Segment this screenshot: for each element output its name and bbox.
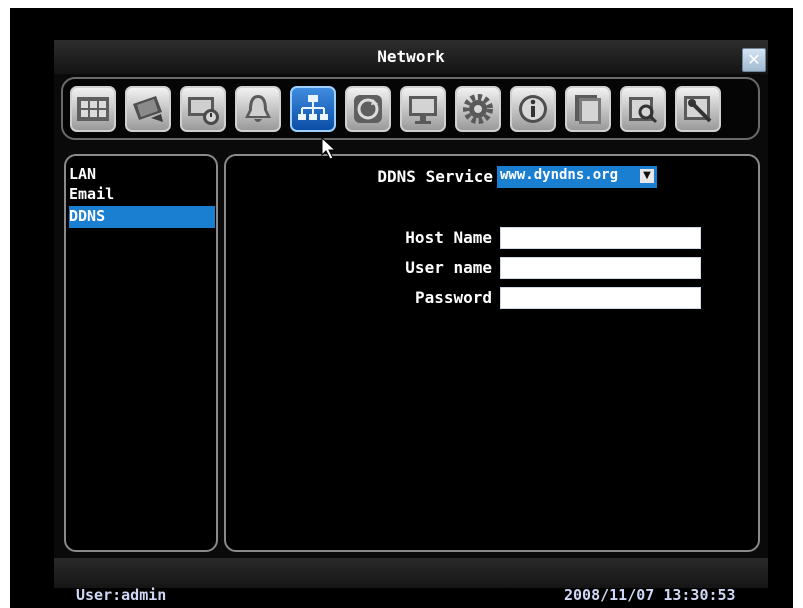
dvr-screen: Network ✕ LAN Email DDNS DDNS Service ww… <box>10 8 793 608</box>
gear-icon <box>463 94 493 124</box>
network-icon <box>298 95 328 120</box>
toolbar-film-grid-button[interactable] <box>70 86 116 132</box>
chevron-down-icon: ▼ <box>640 169 654 183</box>
close-icon: ✕ <box>747 50 761 69</box>
host-name-label: Host Name <box>405 228 492 247</box>
mouse-pointer-icon <box>321 137 337 160</box>
film-grid-icon <box>77 97 109 121</box>
info-icon <box>519 95 547 123</box>
toolbar-camera-button[interactable] <box>125 86 171 132</box>
circular-arrow-icon <box>354 95 382 123</box>
window-title: Network <box>377 47 445 66</box>
toolbar-recording-button[interactable] <box>180 86 226 132</box>
toolbar-info-button[interactable] <box>510 86 556 132</box>
menu-item-lan[interactable]: LAN <box>69 164 215 186</box>
ddns-settings-panel: DDNS Service www.dyndns.org ▼ Host Name … <box>224 154 760 552</box>
recording-timer-icon <box>188 97 219 125</box>
host-name-field[interactable] <box>500 227 701 249</box>
menu-item-ddns[interactable]: DDNS <box>69 206 215 228</box>
status-bar <box>54 558 768 588</box>
logged-in-user: User:admin <box>76 586 167 604</box>
toolbar-alarm-button[interactable] <box>235 86 281 132</box>
ddns-service-select[interactable]: www.dyndns.org ▼ <box>497 166 657 188</box>
close-button[interactable]: ✕ <box>742 48 766 72</box>
search-icon <box>629 97 658 124</box>
ddns-service-label: DDNS Service <box>377 167 493 186</box>
toolbar-tools-button[interactable] <box>675 86 721 132</box>
date-time: 2008/11/07 13:30:53 <box>564 586 736 604</box>
toolbar-settings-button[interactable] <box>455 86 501 132</box>
title-bar: Network ✕ <box>54 40 768 74</box>
folder-icon <box>575 95 601 124</box>
user-name-label: User name <box>405 258 492 277</box>
network-window: Network ✕ LAN Email DDNS DDNS Service ww… <box>54 40 768 588</box>
user-name-field[interactable] <box>500 257 701 279</box>
monitor-icon <box>409 96 437 124</box>
password-field[interactable] <box>500 287 701 309</box>
main-toolbar <box>61 77 760 140</box>
password-label: Password <box>414 288 492 307</box>
toolbar-display-button[interactable] <box>400 86 446 132</box>
camera-icon <box>133 96 163 122</box>
menu-item-email[interactable]: Email <box>69 184 215 206</box>
network-menu: LAN Email DDNS <box>64 154 218 552</box>
toolbar-playback-button[interactable] <box>345 86 391 132</box>
toolbar-files-button[interactable] <box>565 86 611 132</box>
ddns-service-value: www.dyndns.org <box>500 167 619 183</box>
toolbar-search-button[interactable] <box>620 86 666 132</box>
toolbar-network-button[interactable] <box>290 86 336 132</box>
tools-icon <box>684 96 712 123</box>
bell-icon <box>245 95 271 122</box>
